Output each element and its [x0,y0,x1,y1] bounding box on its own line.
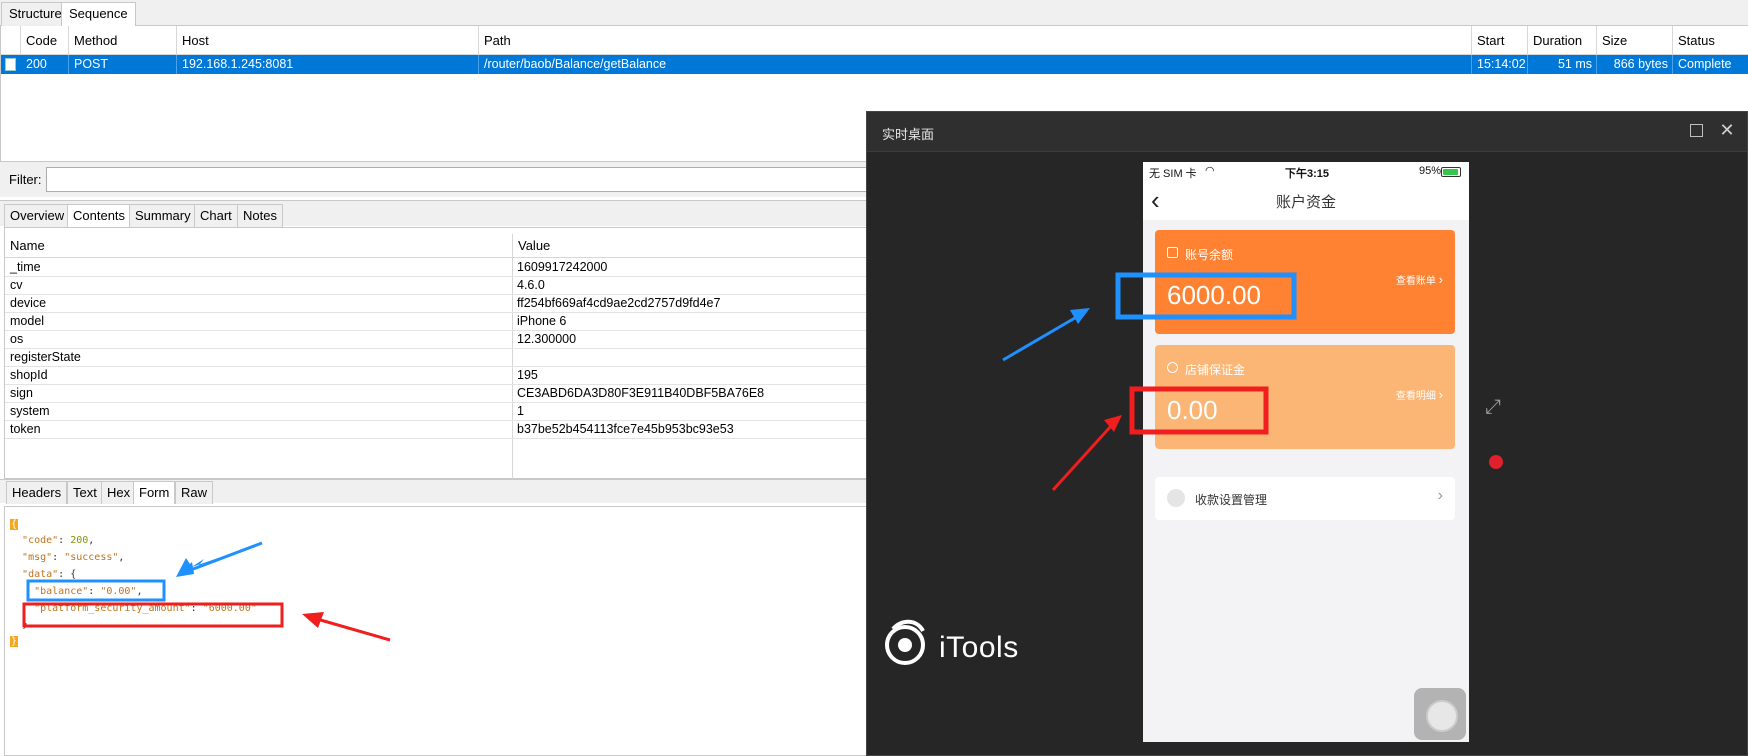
balance-amount: 6000.00 [1167,280,1261,310]
form-param-value: 1 [517,404,524,418]
main-tab-bar: Structure Sequence [0,0,1748,26]
form-param-name: sign [10,386,33,400]
cell-path: /router/baob/Balance/getBalance [479,55,1472,74]
col-header-host[interactable]: Host [177,26,479,55]
tab-form[interactable]: Form [133,481,176,504]
col-header-path[interactable]: Path [479,26,1472,55]
itools-live-desktop-window: 实时桌面 ✕ 无 SIM 卡 ◠ 下午3:15 95% ‹ 账户资金 账号余额 … [866,111,1748,756]
shop-deposit-card[interactable]: 店铺保证金 0.00 查看明细 › [1155,345,1455,449]
cell-method: POST [69,55,177,74]
col-header-duration[interactable]: Duration [1528,26,1597,55]
document-icon [5,58,16,71]
col-header-method[interactable]: Method [69,26,177,55]
view-details-link[interactable]: 查看明细 › [1396,387,1443,402]
wifi-icon: ◠ [1205,165,1215,177]
close-icon[interactable]: ✕ [1717,120,1737,140]
itools-titlebar[interactable]: 实时桌面 ✕ [867,112,1747,152]
view-bill-link[interactable]: 查看账单 › [1396,272,1443,287]
json-line-platform-security-amount: "platform_security_amount": "6000.00" [34,603,257,614]
json-close-brace: } [10,636,19,647]
tab-summary[interactable]: Summary [129,204,197,227]
form-param-value: 12.300000 [517,332,577,346]
json-line-code: "code": 200, [22,535,95,546]
json-open-brace: { [10,519,19,530]
tab-structure[interactable]: Structure [1,2,70,26]
form-param-name: system [10,404,50,418]
deposit-icon [1167,362,1178,373]
tab-notes[interactable]: Notes [237,204,283,227]
form-param-name: token [10,422,41,436]
form-param-value: b37be52b454113fce7e45b953bc93e53 [517,422,734,436]
form-param-name: os [10,332,24,346]
col-header-size[interactable]: Size [1597,26,1673,55]
col-icon-header [1,26,21,55]
col-header-code[interactable]: Code [21,26,69,55]
col-header-name[interactable]: Name [5,234,512,258]
form-param-name: shopId [10,368,48,382]
tab-sequence[interactable]: Sequence [61,2,136,26]
battery-fill [1443,169,1458,175]
status-time: 下午3:15 [1285,168,1330,180]
tab-raw[interactable]: Raw [175,481,214,504]
battery-percent: 95% [1418,165,1441,177]
form-param-value: CE3ABD6DA3D80F3E911B40DBF5BA76E8 [517,386,765,400]
col-header-start[interactable]: Start [1472,26,1528,55]
itools-window-title: 实时桌面 [882,127,935,142]
phone-nav-bar: ‹ 账户资金 [1143,182,1469,220]
form-param-value: 4.6.0 [517,278,545,292]
form-param-name: _time [10,260,41,274]
form-param-value: iPhone 6 [517,314,567,328]
maximize-icon[interactable] [1690,124,1703,137]
cell-start: 15:14:02 [1472,55,1528,74]
record-icon[interactable] [1489,455,1503,469]
json-line-data: "data": { [22,569,77,580]
cell-status: Complete [1673,55,1748,74]
form-param-name: cv [10,278,23,292]
cell-host: 192.168.1.245:8081 [177,55,479,74]
cell-code: 200 [21,55,69,74]
form-param-name: device [10,296,47,310]
page-title: 账户资金 [1275,194,1336,211]
phone-status-bar: 无 SIM 卡 ◠ 下午3:15 95% [1143,162,1469,182]
deposit-label: 店铺保证金 [1185,363,1246,377]
tab-overview[interactable]: Overview [4,204,71,227]
form-param-value: 195 [517,368,538,382]
phone-screen[interactable]: 无 SIM 卡 ◠ 下午3:15 95% ‹ 账户资金 账号余额 6000.00… [1143,162,1469,742]
deposit-amount: 0.00 [1167,395,1218,425]
wallet-icon [1167,247,1178,258]
cell-size: 866 bytes [1597,55,1673,74]
account-balance-card[interactable]: 账号余额 6000.00 查看账单 › [1155,230,1455,334]
filter-label: Filter: [9,172,42,187]
tab-contents[interactable]: Contents [67,204,132,227]
chevron-right-icon: › [1438,387,1443,402]
table-row[interactable]: 200 POST 192.168.1.245:8081 /router/baob… [1,55,1748,74]
tab-hex[interactable]: Hex [101,481,137,504]
form-param-value: ff254bf669af4cd9ae2cd2757d9fd4e7 [517,296,721,310]
form-param-name: model [10,314,45,328]
tab-headers[interactable]: Headers [6,481,68,504]
itools-logo-text: iTools [939,631,1019,664]
carrier-label: 无 SIM 卡 [1149,168,1197,180]
tab-text[interactable]: Text [67,481,103,504]
json-line-balance: "balance": "0.00", [34,586,143,597]
cell-duration: 51 ms [1528,55,1597,74]
col-header-status[interactable]: Status [1673,26,1748,55]
chevron-right-icon: › [1438,272,1443,287]
assistive-touch-button[interactable] [1414,688,1466,740]
collection-settings-row[interactable]: 收款设置管理 › [1155,477,1455,520]
json-inner-close: } [22,619,29,630]
collection-icon [1167,489,1185,507]
collection-settings-label: 收款设置管理 [1195,493,1268,507]
tab-chart[interactable]: Chart [194,204,238,227]
chevron-right-icon: › [1437,487,1443,504]
battery-icon [1441,167,1461,177]
expand-icon[interactable]: ⤢ [1485,396,1507,418]
form-param-name: registerState [10,350,81,364]
form-param-value: 1609917242000 [517,260,608,274]
balance-label: 账号余额 [1185,248,1234,262]
json-line-msg: "msg": "success", [22,552,125,563]
